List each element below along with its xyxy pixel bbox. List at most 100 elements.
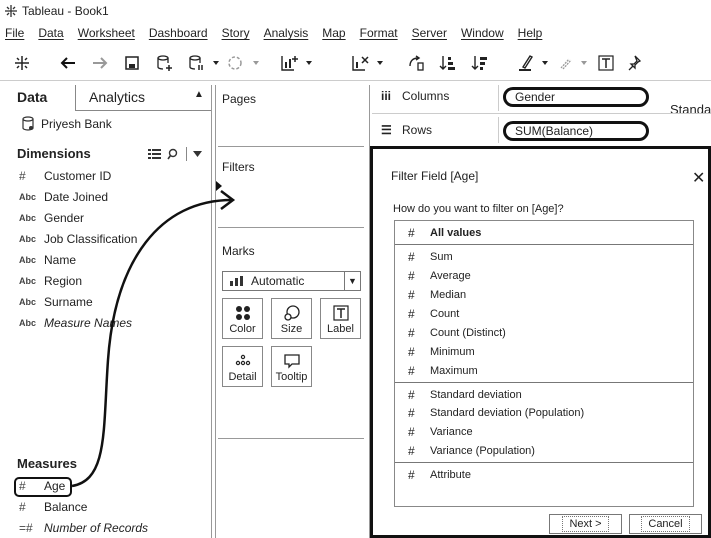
clear-sheet-button[interactable] <box>349 52 371 74</box>
menu-worksheet[interactable]: Worksheet <box>78 26 135 40</box>
option-average[interactable]: # Average <box>395 266 693 285</box>
field-surname[interactable]: Abc Surname <box>19 293 93 311</box>
chevron-down-icon[interactable] <box>212 59 220 67</box>
tooltip-button[interactable]: Tooltip <box>271 346 312 387</box>
number-icon: # <box>408 325 415 340</box>
menu-data[interactable]: Data <box>38 26 63 40</box>
chevron-down-icon[interactable] <box>305 59 313 67</box>
color-button[interactable]: Color <box>222 298 263 339</box>
menu-dashboard[interactable]: Dashboard <box>149 26 208 40</box>
menu-window[interactable]: Window <box>461 26 504 40</box>
menu-analysis[interactable]: Analysis <box>264 26 309 40</box>
show-mark-labels-button[interactable] <box>595 52 617 74</box>
menu-map[interactable]: Map <box>322 26 345 40</box>
undo-button[interactable] <box>57 52 79 74</box>
option-count-distinct[interactable]: # Count (Distinct) <box>395 323 693 342</box>
option-median[interactable]: # Median <box>395 285 693 304</box>
menu-file[interactable]: File <box>5 26 24 40</box>
start-page-button[interactable] <box>11 52 33 74</box>
dimensions-heading: Dimensions <box>17 146 91 161</box>
option-standard-deviation-population[interactable]: # Standard deviation (Population) <box>395 403 693 422</box>
search-icon[interactable] <box>167 148 178 160</box>
menu-story[interactable]: Story <box>222 26 250 40</box>
rows-pill-sum-balance[interactable]: SUM(Balance) <box>503 121 649 141</box>
view-list-icon[interactable] <box>148 148 161 160</box>
menu-help[interactable]: Help <box>518 26 543 40</box>
fit-select[interactable]: Standa <box>670 102 711 117</box>
option-variance-population[interactable]: # Variance (Population) <box>395 441 693 460</box>
chevron-updown-icon[interactable]: ▲︎ <box>194 89 204 100</box>
field-number-of-records[interactable]: =# Number of Records <box>19 519 148 537</box>
field-job-classification[interactable]: Abc Job Classification <box>19 230 137 248</box>
field-date-joined[interactable]: Abc Date Joined <box>19 188 108 206</box>
option-label: All values <box>430 226 482 239</box>
option-sum[interactable]: # Sum <box>395 247 693 266</box>
dialog-question: How do you want to filter on [Age]? <box>393 203 564 215</box>
tab-analytics[interactable]: Analytics <box>89 89 145 105</box>
chevron-down-icon[interactable] <box>541 59 549 67</box>
chevron-down-icon[interactable]: ▼ <box>344 272 360 290</box>
text-label-icon <box>598 55 614 71</box>
field-label: Job Classification <box>44 232 138 246</box>
field-region[interactable]: Abc Region <box>19 272 82 290</box>
new-worksheet-button[interactable] <box>278 52 300 74</box>
toolbar-separator <box>186 147 187 161</box>
new-datasource-button[interactable] <box>153 52 175 74</box>
option-attribute[interactable]: # Attribute <box>395 465 693 484</box>
tab-data[interactable]: Data <box>0 85 76 111</box>
chevron-down-icon[interactable] <box>580 59 588 67</box>
rows-text: Rows <box>402 123 433 137</box>
list-divider <box>395 382 693 383</box>
close-icon[interactable]: ✕ <box>692 168 705 188</box>
next-label: Next > <box>562 516 609 532</box>
shelf-divider <box>498 117 499 143</box>
group-members-button[interactable] <box>554 52 576 74</box>
save-icon <box>125 56 139 70</box>
columns-pill-gender[interactable]: Gender <box>503 87 649 107</box>
string-icon: Abc <box>19 234 37 244</box>
columns-icon: iii <box>381 89 392 103</box>
option-minimum[interactable]: # Minimum <box>395 342 693 361</box>
fix-axes-button[interactable] <box>624 52 646 74</box>
field-customer-id[interactable]: # Customer ID <box>19 167 111 185</box>
field-name[interactable]: Abc Name <box>19 251 76 269</box>
left-pane-divider <box>211 85 212 538</box>
option-count[interactable]: # Count <box>395 304 693 323</box>
redo-button[interactable] <box>89 52 111 74</box>
menu-format[interactable]: Format <box>360 26 398 40</box>
tableau-logo-icon <box>15 56 29 70</box>
chevron-down-icon[interactable] <box>193 151 202 157</box>
refresh-button[interactable] <box>224 52 246 74</box>
option-standard-deviation[interactable]: # Standard deviation <box>395 385 693 404</box>
option-maximum[interactable]: # Maximum <box>395 361 693 380</box>
datasource-item[interactable]: Priyesh Bank <box>22 116 112 131</box>
highlight-button[interactable] <box>515 52 537 74</box>
swap-rows-columns-button[interactable] <box>405 52 427 74</box>
title-bar: Tableau - Book1 <box>0 0 711 22</box>
option-label: Attribute <box>430 468 471 481</box>
save-button[interactable] <box>121 52 143 74</box>
shelf-row-divider <box>372 113 711 114</box>
sort-descending-button[interactable] <box>469 52 491 74</box>
cancel-button[interactable]: Cancel <box>629 514 702 534</box>
label-button[interactable]: Label <box>320 298 361 339</box>
field-measure-names[interactable]: Abc Measure Names <box>19 314 132 332</box>
field-gender[interactable]: Abc Gender <box>19 209 84 227</box>
option-variance[interactable]: # Variance <box>395 422 693 441</box>
next-button[interactable]: Next > <box>549 514 622 534</box>
number-icon: # <box>408 405 415 420</box>
option-all-values[interactable]: # All values <box>395 223 693 242</box>
measures-heading: Measures <box>17 456 77 471</box>
field-balance[interactable]: # Balance <box>19 498 87 516</box>
datasource-name: Priyesh Bank <box>41 116 112 131</box>
chevron-down-icon[interactable] <box>252 59 260 67</box>
sort-ascending-button[interactable] <box>437 52 459 74</box>
chevron-down-icon[interactable] <box>376 59 384 67</box>
size-button[interactable]: Size <box>271 298 312 339</box>
menu-server[interactable]: Server <box>412 26 447 40</box>
pause-updates-button[interactable] <box>185 52 207 74</box>
detail-button[interactable]: Detail <box>222 346 263 387</box>
number-icon: # <box>408 443 415 458</box>
database-icon <box>22 116 34 131</box>
mark-type-select[interactable]: Automatic ▼ <box>222 271 361 291</box>
